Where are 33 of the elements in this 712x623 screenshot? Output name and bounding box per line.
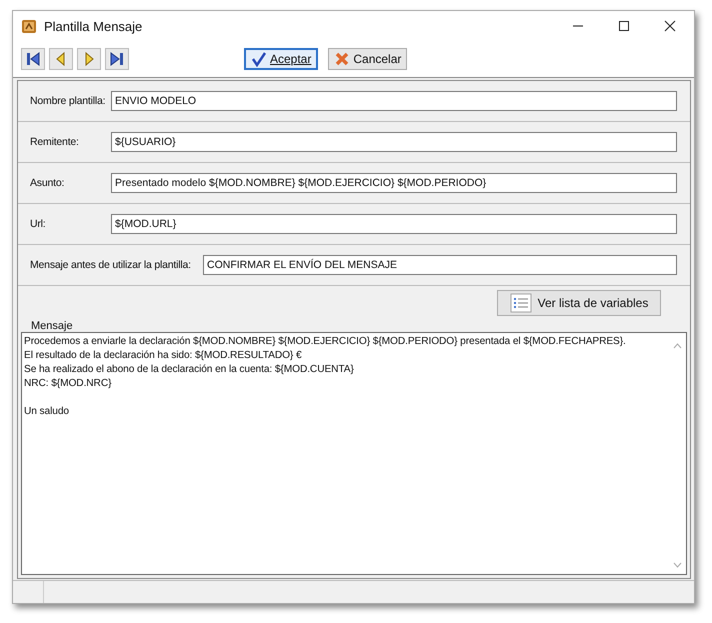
- maximize-icon[interactable]: [618, 20, 630, 32]
- previous-record-button[interactable]: [49, 48, 73, 70]
- field-label: Url:: [30, 218, 47, 230]
- next-record-button[interactable]: [77, 48, 101, 70]
- variables-list-button[interactable]: Ver lista de variables: [497, 290, 661, 316]
- field-label: Nombre plantilla:: [30, 95, 106, 107]
- text-field[interactable]: ${USUARIO}: [111, 132, 677, 152]
- text-field[interactable]: ${MOD.URL}: [111, 214, 677, 234]
- text-field[interactable]: ENVIO MODELO: [111, 91, 677, 111]
- text-field[interactable]: CONFIRMAR EL ENVÍO DEL MENSAJE: [203, 255, 677, 275]
- message-line: Se ha realizado el abono de la declaración en la cuenta: ${MOD.CUENTA}: [24, 363, 355, 377]
- cross-icon: [334, 51, 350, 67]
- cancel-button[interactable]: Cancelar: [328, 48, 408, 70]
- text-field[interactable]: Presentado modelo ${MOD.NOMBRE} ${MOD.EJERCICIO} ${MOD.PERIODO}: [111, 173, 677, 193]
- first-record-button[interactable]: [21, 48, 45, 70]
- list-icon: [510, 293, 532, 313]
- accept-button[interactable]: Aceptar: [244, 48, 318, 70]
- field-label: Mensaje antes de utilizar la plantilla:: [30, 259, 192, 271]
- field-label: Asunto:: [30, 177, 66, 189]
- message-line: El resultado de la declaración ha sido: ${MOD.RESULTADO} €: [24, 349, 303, 363]
- close-icon[interactable]: [664, 20, 676, 32]
- window-title: Plantilla Mensaje: [44, 18, 142, 34]
- field-label: Remitente:: [30, 136, 80, 148]
- last-record-button[interactable]: [105, 48, 129, 70]
- skip-forward-icon: [108, 50, 126, 68]
- message-text-area[interactable]: [21, 332, 687, 575]
- message-line: Un saludo: [24, 405, 70, 419]
- skip-back-icon: [24, 50, 42, 68]
- app-icon: [21, 18, 37, 34]
- message-line: Procedemos a enviarle la declaración ${MOD.NOMBRE} ${MOD.EJERCICIO} ${MOD.PERIODO} presentada el ${MOD.FECHAPRES}.: [24, 335, 627, 349]
- message-line: NRC: ${MOD.NRC}: [24, 377, 112, 391]
- checkmark-icon: [251, 51, 267, 67]
- message-label: Mensaje: [29, 320, 75, 332]
